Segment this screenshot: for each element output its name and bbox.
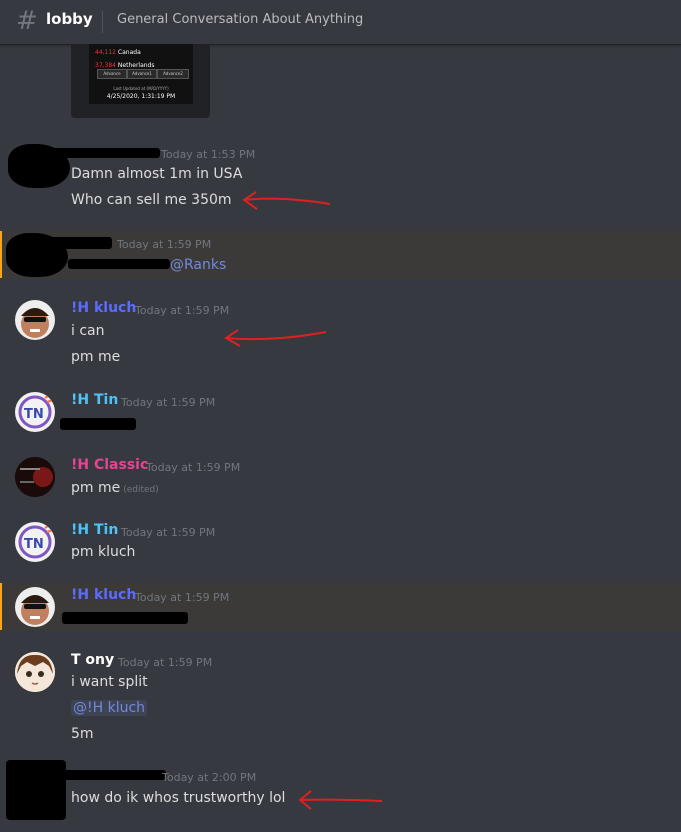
red-arrow-annotation xyxy=(224,329,327,347)
message-text: i can xyxy=(71,323,105,339)
embedded-image[interactable]: 44,112 Canada 37,384 Netherlands Advance… xyxy=(71,44,210,118)
message-text: how do ik whos trustworthy lol xyxy=(71,790,286,806)
message-timestamp: Today at 1:59 PM xyxy=(146,461,241,474)
message-group: T ony Today at 1:59 PM i want split @!H … xyxy=(0,648,681,748)
embed-row1-country: Canada xyxy=(117,49,141,56)
mention-highlight-bar xyxy=(0,231,2,278)
embed-updated-label: Last Updated at (M/D/YYYY) xyxy=(113,86,169,91)
author-name[interactable]: T ony xyxy=(71,652,114,668)
user-avatar[interactable] xyxy=(15,587,55,627)
redacted-username xyxy=(60,770,166,780)
mention-highlight-bar xyxy=(0,583,2,630)
message-timestamp: Today at 1:59 PM xyxy=(121,526,216,539)
message-group: Today at 2:00 PM how do ik whos trustwor… xyxy=(0,758,681,832)
message-group: !H Classic Today at 1:59 PM pm me (edited… xyxy=(0,453,681,503)
redacted-text xyxy=(68,259,170,269)
message-text: pm me (edited) xyxy=(71,480,159,496)
svg-text:TN: TN xyxy=(24,407,44,422)
user-avatar[interactable] xyxy=(15,652,55,692)
message-group: Today at 1:53 PM Damn almost 1m in USA W… xyxy=(0,140,681,220)
message-group: TN !H Tin Today at 1:59 PM pm kluch xyxy=(0,518,681,568)
message-timestamp: Today at 1:59 PM xyxy=(135,304,230,317)
user-avatar[interactable]: TN xyxy=(15,392,55,432)
message-text: pm kluch xyxy=(71,544,136,560)
message-group: TN !H Tin Today at 1:59 PM xyxy=(0,388,681,438)
message-group-mention: Today at 1:59 PM @Ranks xyxy=(0,231,681,278)
author-name[interactable]: !H Tin xyxy=(71,522,118,538)
message-group: !H kluch Today at 1:59 PM i can pm me xyxy=(0,296,681,376)
channel-header: # lobby General Conversation About Anyth… xyxy=(0,0,681,45)
message-group-mention: !H kluch Today at 1:59 PM xyxy=(0,583,681,630)
channel-topic[interactable]: General Conversation About Anything xyxy=(117,12,363,27)
message-text: Who can sell me 350m xyxy=(71,192,232,208)
svg-text:TN: TN xyxy=(24,537,44,552)
user-avatar[interactable] xyxy=(15,457,55,497)
channel-name[interactable]: lobby xyxy=(46,10,93,28)
edited-label: (edited) xyxy=(123,485,159,495)
author-name[interactable]: !H Tin xyxy=(71,392,118,408)
redacted-username xyxy=(30,148,160,158)
user-mention-text: @!H kluch xyxy=(71,700,148,716)
redacted-text xyxy=(62,612,188,624)
message-text: 5m xyxy=(71,726,94,742)
message-timestamp: Today at 1:53 PM xyxy=(161,148,256,161)
embed-stats-screenshot: 44,112 Canada 37,384 Netherlands Advance… xyxy=(89,44,193,104)
author-name[interactable]: !H kluch xyxy=(71,587,136,603)
author-name[interactable]: !H kluch xyxy=(71,300,136,316)
message-timestamp: Today at 2:00 PM xyxy=(162,771,257,784)
redacted-username xyxy=(40,237,112,249)
role-mention[interactable]: @Ranks xyxy=(170,257,226,273)
message-text: pm me xyxy=(71,349,121,365)
embed-tab-1: Advance xyxy=(97,69,127,79)
message-text-content: pm me xyxy=(71,480,121,496)
message-text: Damn almost 1m in USA xyxy=(71,166,243,182)
red-arrow-annotation xyxy=(298,790,383,810)
user-mention[interactable]: @!H kluch xyxy=(71,700,148,716)
author-name[interactable]: !H Classic xyxy=(71,457,148,473)
hashtag-icon: # xyxy=(16,6,38,36)
embed-tab-2: Advance1 xyxy=(127,69,157,79)
message-timestamp: Today at 1:59 PM xyxy=(117,238,212,251)
user-avatar[interactable]: TN xyxy=(15,522,55,562)
redacted-text xyxy=(60,418,136,430)
message-timestamp: Today at 1:59 PM xyxy=(121,396,216,409)
red-arrow-annotation xyxy=(242,191,331,210)
embed-row2-number: 37,384 xyxy=(95,62,116,69)
message-timestamp: Today at 1:59 PM xyxy=(135,591,230,604)
message-timestamp: Today at 1:59 PM xyxy=(118,656,213,669)
header-divider xyxy=(102,11,103,33)
user-avatar[interactable] xyxy=(15,300,55,340)
embed-tab-3: Advance2 xyxy=(157,69,189,79)
message-text: i want split xyxy=(71,674,148,690)
embed-row1-number: 44,112 xyxy=(95,49,116,56)
embed-updated-value: 4/25/2020, 1:31:19 PM xyxy=(106,93,176,100)
redacted-avatar xyxy=(6,760,66,820)
embed-row2-country: Netherlands xyxy=(117,62,155,69)
